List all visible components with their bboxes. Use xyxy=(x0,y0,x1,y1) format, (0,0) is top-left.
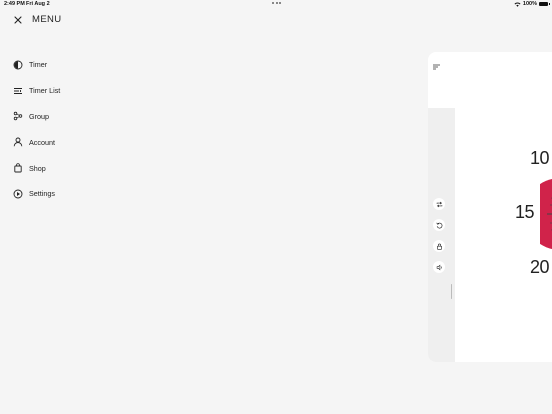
drag-handle[interactable] xyxy=(450,284,452,299)
menu-item-shop[interactable]: Shop xyxy=(13,155,60,181)
timer-icon xyxy=(13,60,23,70)
menu-item-timer[interactable]: Timer xyxy=(13,52,60,78)
sound-icon xyxy=(436,264,442,270)
lock-button[interactable] xyxy=(433,240,445,252)
menu-title: MENU xyxy=(32,14,62,25)
menu-item-label: Shop xyxy=(29,163,46,173)
shop-icon xyxy=(14,163,22,173)
menu-item-account[interactable]: Account xyxy=(13,129,60,155)
menu-item-label: Timer xyxy=(29,60,48,70)
sound-button[interactable] xyxy=(433,261,445,273)
menu-item-settings[interactable]: Settings xyxy=(13,181,60,207)
tool-panel xyxy=(428,108,455,362)
menu-item-group[interactable]: Group xyxy=(13,104,60,130)
status-time: 2:49 PM xyxy=(4,1,25,7)
repeat-icon xyxy=(436,201,442,207)
close-icon[interactable] xyxy=(13,15,23,25)
account-icon xyxy=(13,137,23,147)
menu-list: Timer Timer List Group Account Shop Sett… xyxy=(13,52,60,207)
sort-menu-icon[interactable] xyxy=(433,64,440,70)
repeat-button[interactable] xyxy=(433,198,445,210)
status-date: Fri Aug 2 xyxy=(26,1,50,7)
menu-item-label: Settings xyxy=(29,189,55,199)
timer-preview-card[interactable]: 10 15 20 xyxy=(428,52,552,362)
menu-item-label: Account xyxy=(29,137,55,147)
settings-icon xyxy=(13,189,23,199)
menu-item-label: Timer List xyxy=(29,86,61,96)
reset-icon xyxy=(435,222,442,228)
timer-dial[interactable] xyxy=(540,164,552,264)
multitasking-dots-icon[interactable] xyxy=(272,2,281,4)
menu-item-label: Group xyxy=(29,111,49,121)
battery-percent: 100% xyxy=(522,1,537,7)
group-icon xyxy=(13,112,23,121)
timer-list-icon xyxy=(14,87,22,94)
battery-icon xyxy=(539,1,550,7)
dial-number: 15 xyxy=(515,202,535,222)
reset-button[interactable] xyxy=(433,219,445,231)
lock-icon xyxy=(436,243,442,250)
status-bar: 2:49 PM Fri Aug 2 100% xyxy=(0,0,552,9)
menu-item-timer-list[interactable]: Timer List xyxy=(13,78,60,104)
menu-header: MENU xyxy=(13,14,62,25)
wifi-icon xyxy=(514,2,521,7)
